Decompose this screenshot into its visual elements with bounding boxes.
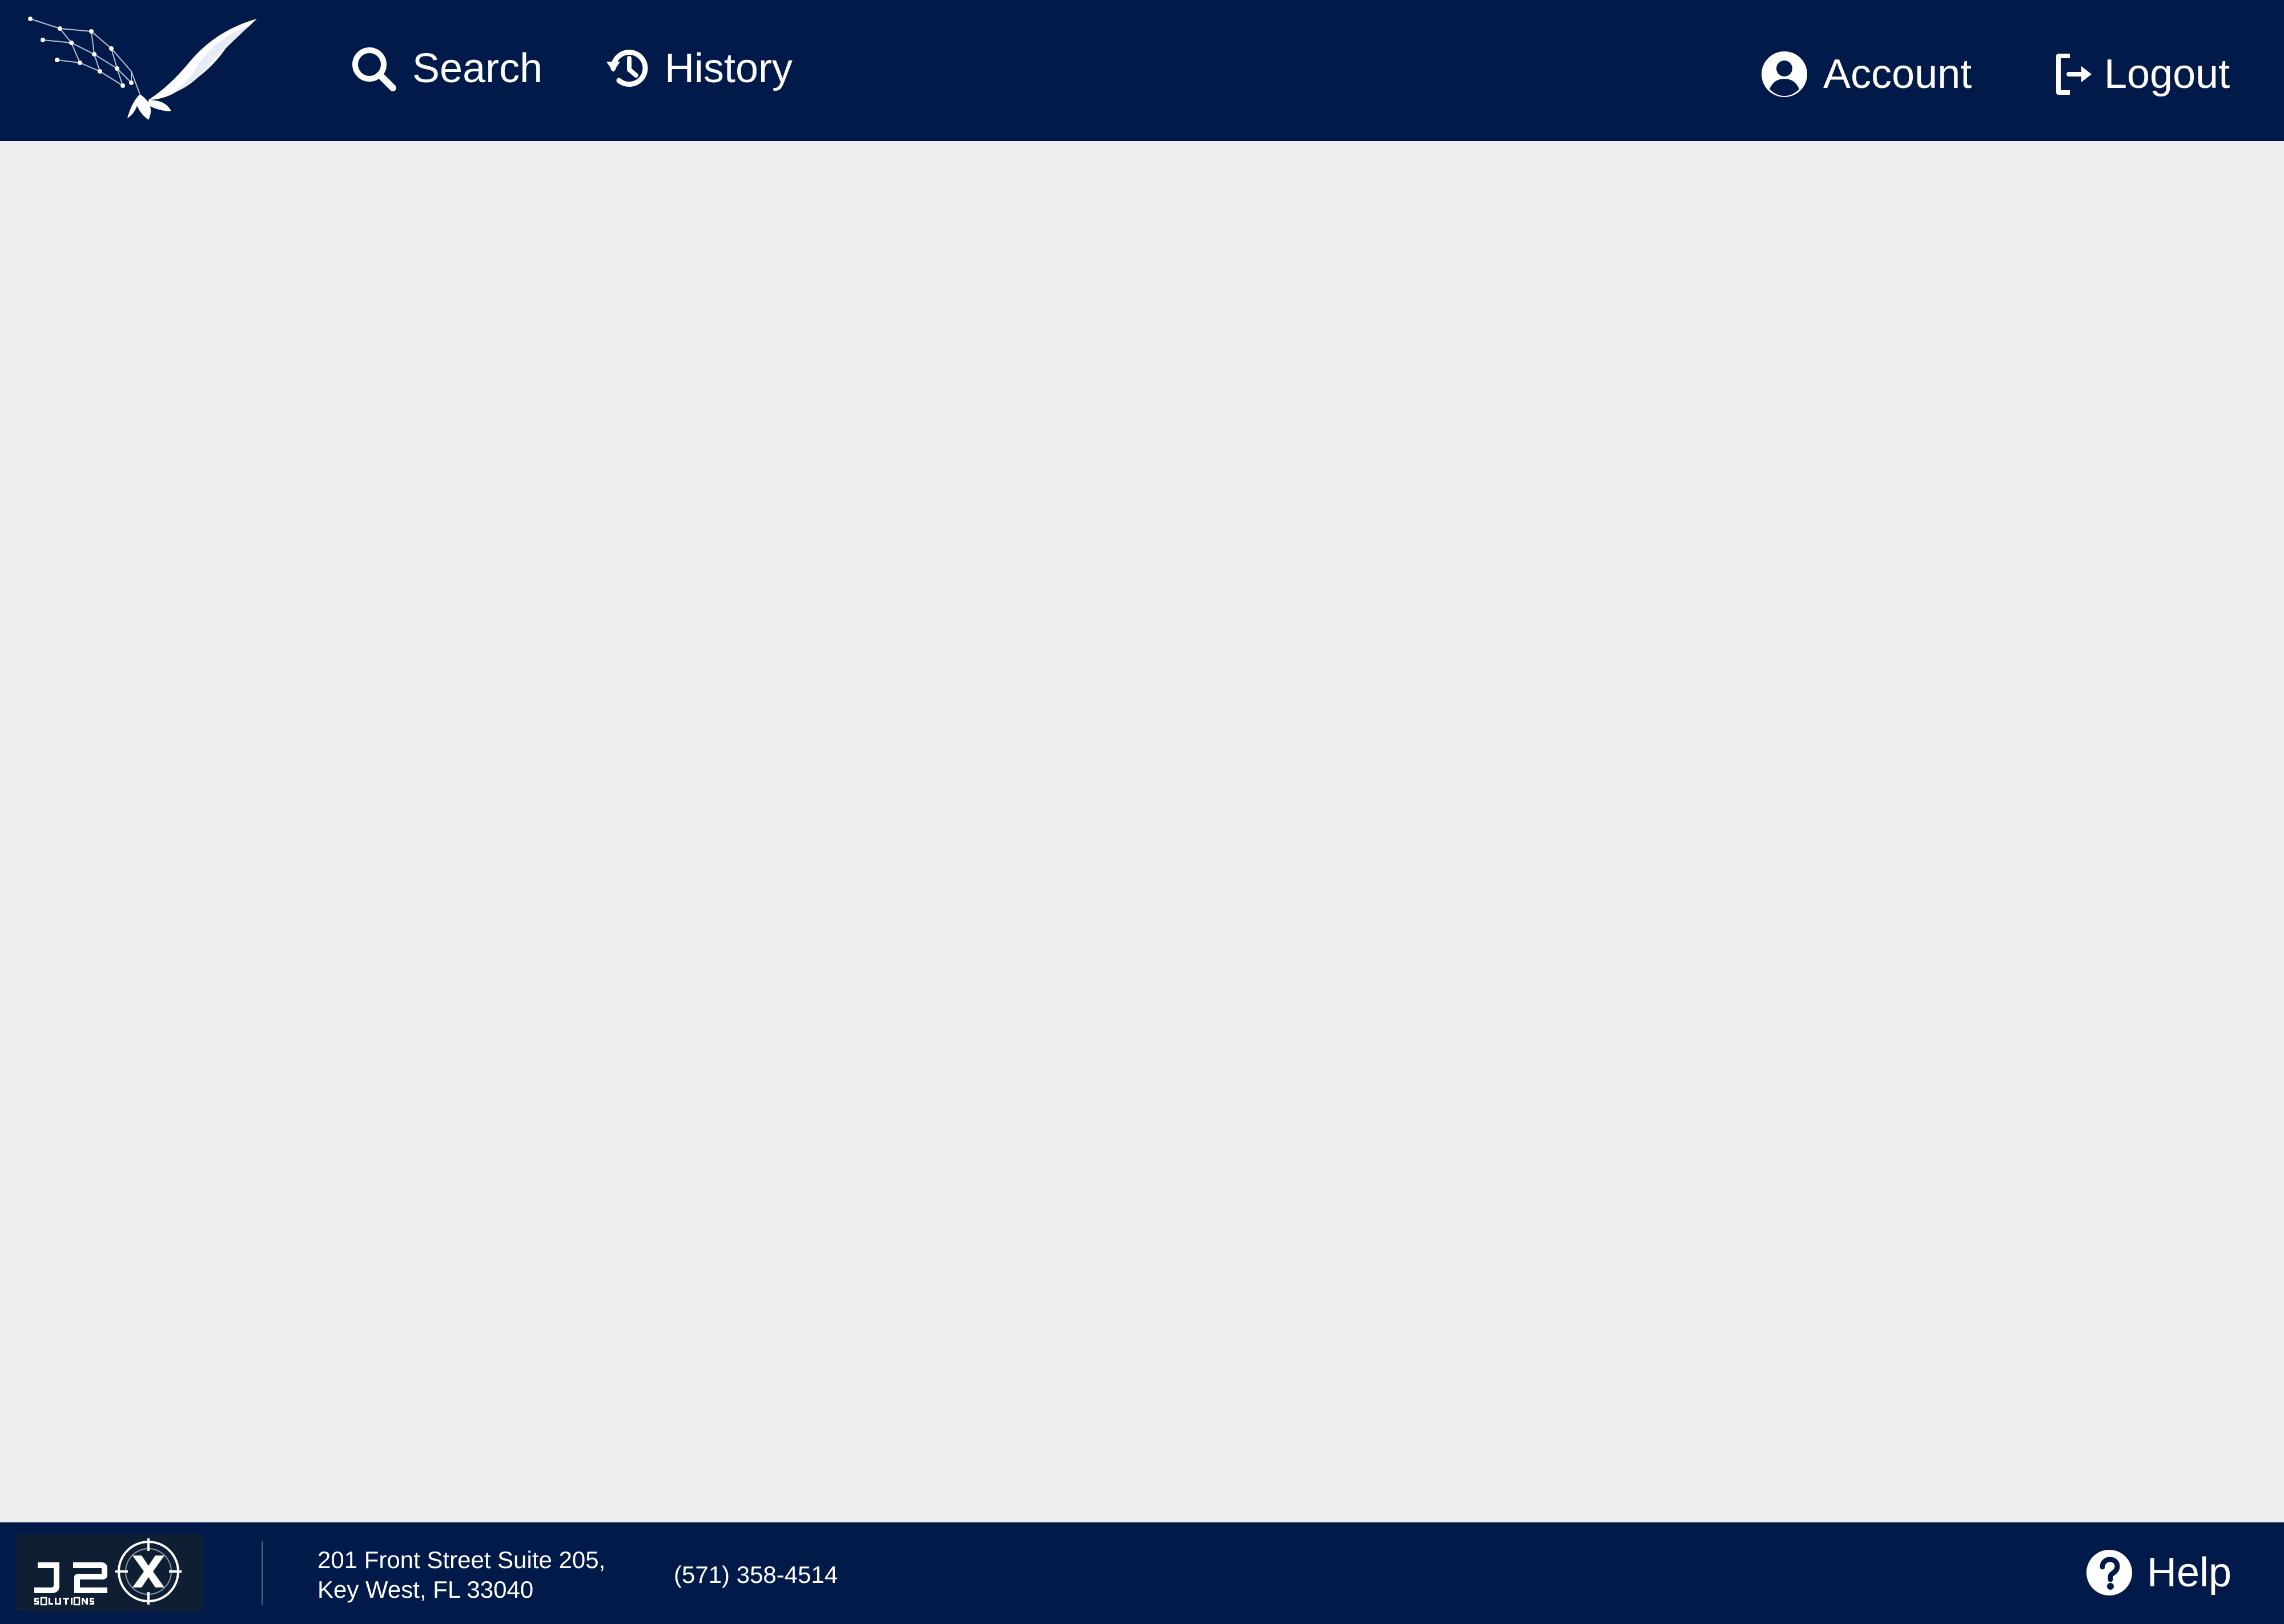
eagle-logo[interactable] (26, 14, 266, 128)
j2x-solutions-logo[interactable] (16, 1534, 203, 1611)
footer-phone[interactable]: (571) 358-4514 (674, 1560, 838, 1590)
j2x-solutions-logo-icon (34, 1538, 182, 1606)
address-line-1: 201 Front Street Suite 205, (317, 1546, 606, 1573)
main-content-area (0, 141, 2284, 1522)
account-icon (1762, 51, 1807, 97)
footer-address: 201 Front Street Suite 205, Key West, FL… (317, 1545, 605, 1605)
address-line-2: Key West, FL 33040 (317, 1576, 534, 1603)
nav-account-label: Account (1823, 51, 1972, 97)
search-icon (352, 47, 396, 91)
nav-logout-label: Logout (2104, 51, 2230, 97)
nav-account[interactable]: Account (1760, 46, 1972, 103)
logout-icon (2056, 54, 2092, 95)
nav-history[interactable]: History (604, 40, 793, 97)
footer-divider (262, 1541, 263, 1605)
top-navbar: Search History Account Logout (0, 0, 2284, 141)
help-label: Help (2147, 1550, 2232, 1595)
nav-search-label: Search (412, 46, 543, 91)
history-icon (606, 50, 648, 87)
eagle-logo-icon (28, 17, 257, 120)
help-icon (2086, 1550, 2132, 1595)
help-link[interactable]: Help (2085, 1544, 2231, 1601)
nav-logout[interactable]: Logout (2053, 46, 2230, 103)
nav-search[interactable]: Search (349, 40, 542, 97)
nav-history-label: History (665, 46, 793, 91)
footer: 201 Front Street Suite 205, Key West, FL… (0, 1522, 2284, 1624)
